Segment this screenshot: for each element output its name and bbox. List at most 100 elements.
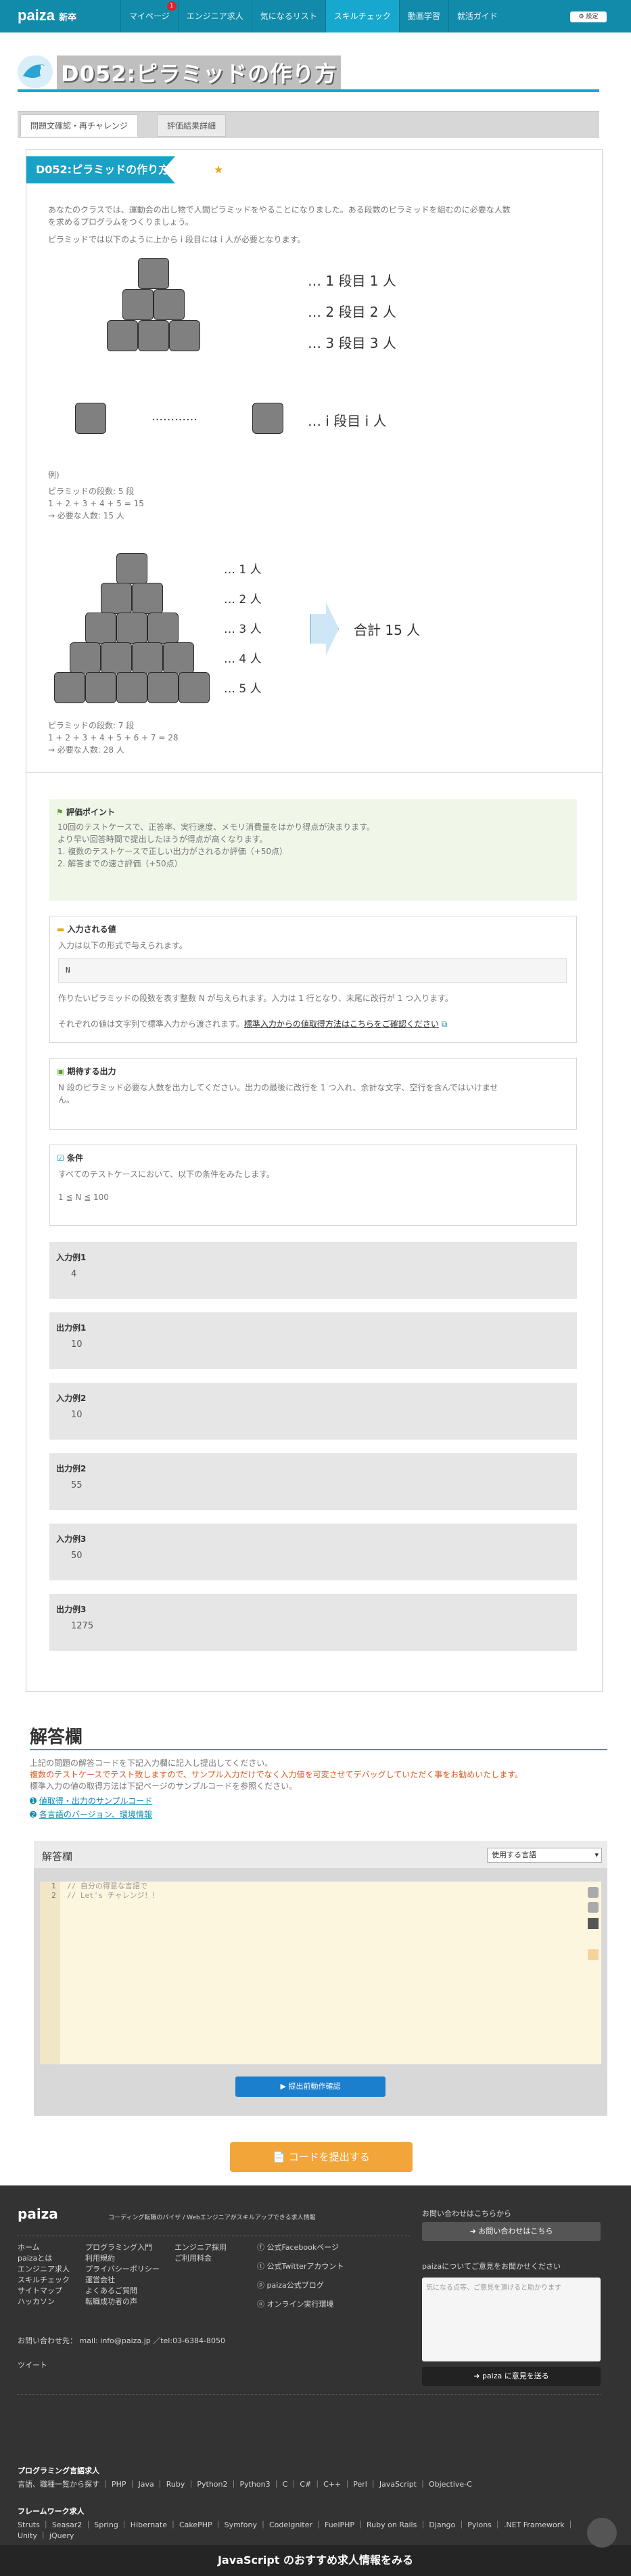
stdin-help-link[interactable]: 標準入力からの値取得方法はこちらをご確認ください <box>244 1019 439 1029</box>
opinion-textarea[interactable]: 気になる点等、ご意見を頂けると助かります <box>422 2278 601 2361</box>
intro-text-3: ピラミッドでは以下のように上から i 段目には i 人が必要となります。 <box>48 235 306 244</box>
page-title: D052:ピラミッドの作り方 <box>57 55 342 89</box>
example-output-1: 出力例1 10 <box>49 1312 577 1369</box>
js-jobs-bar[interactable]: JavaScript のおすすめ求人情報をみる <box>0 2545 631 2576</box>
nav-skillcheck[interactable]: スキルチェック <box>325 0 399 32</box>
eval-line-3: 1. 複数のテストケースで正しい出力がされるか評価（+50点） <box>57 847 287 856</box>
paiza-logo[interactable]: paiza 新卒 <box>18 7 76 24</box>
code-line-1: // 自分の得意な言語で <box>67 1882 147 1890</box>
eval-line-4: 2. 解答までの速さ評価（+50点） <box>57 859 183 868</box>
eval-line-1: 10回のテストケースで、正答率、実行速度、メモリ消費量をはかり得点が決まります。 <box>57 822 375 832</box>
footer: paiza コーディング転職のパイザ / Webエンジニアがスキルアップできる求… <box>0 2185 631 2576</box>
nav-video[interactable]: 動画学習 <box>398 0 448 32</box>
editor-title: 解答欄 <box>42 1850 73 1863</box>
divider <box>26 772 602 773</box>
condition-line-1: すべてのテストケースにおいて、以下の条件をみたします。 <box>58 1170 275 1179</box>
color-toggle-icon[interactable] <box>588 1949 599 1960</box>
problem-ribbon: D052:ピラミッドの作り方 <box>26 156 175 183</box>
inquiry-heading: お問い合わせはこちらから <box>422 2209 511 2218</box>
opinion-heading: paizaについてご意見をお聞かせください <box>422 2262 561 2271</box>
example-input-1: 入力例1 4 <box>49 1242 577 1299</box>
star-icon[interactable]: ★ <box>214 163 223 176</box>
nav-mypage[interactable]: マイページ 1 <box>120 0 178 32</box>
external-link-icon: ⧉ <box>441 1019 448 1029</box>
example2-line-2: 1 + 2 + 3 + 4 + 5 + 6 + 7 = 28 <box>48 733 179 742</box>
theme-toggle-icon[interactable] <box>588 1918 599 1929</box>
condition-heading: ☑ 条件 <box>57 1153 83 1163</box>
tab-bar: 問題文確認・再チャレンジ 評価結果詳細 <box>18 111 599 138</box>
fig1-label-1: … 1 段目 1 人 <box>308 273 396 289</box>
sample-code-link[interactable]: 値取得・出力のサンプルコード <box>39 1796 152 1806</box>
chevron-down-icon: ▾ <box>594 1850 599 1859</box>
tab-results[interactable]: 評価結果詳細 <box>157 114 227 137</box>
input-line-2: 作りたいピラミッドの段数を表す整数 N が与えられます。入力は 1 行となり、末… <box>58 994 453 1003</box>
example-head: 例) <box>48 470 60 480</box>
output-icon: ▣ <box>57 1067 65 1076</box>
inquiry-button[interactable]: ➜ お問い合わせはこちら <box>422 2222 601 2241</box>
fig2-label-4: … 4 人 <box>224 652 262 666</box>
page-title-bar: D052:ピラミッドの作り方 <box>18 53 599 92</box>
language-select[interactable]: 使用する言語 ▾ <box>487 1848 602 1863</box>
example-output-3: 出力例3 1275 <box>49 1594 577 1651</box>
intro-text-2: を求めるプログラムをつくりましょう。 <box>48 217 193 227</box>
example1-line-1: ピラミッドの段数: 5 段 <box>48 487 135 496</box>
scroll-top-button[interactable] <box>587 2518 617 2548</box>
run-test-button[interactable]: ▶ 提出前動作確認 <box>235 2077 385 2097</box>
tweet-button[interactable]: ツイート <box>18 2360 47 2371</box>
code-input[interactable]: 12 // 自分の得意な言語で // Let's チャレンジ！！ <box>40 1882 601 2064</box>
eval-points-box: ⚑ 評価ポイント 10回のテストケースで、正答率、実行速度、メモリ消費量をはかり… <box>49 799 577 901</box>
editor-toolbar: 解答欄 使用する言語 ▾ <box>34 1841 607 1868</box>
settings-button[interactable]: ⚙ 設定 <box>570 12 607 22</box>
input-heading: ▬ 入力される値 <box>57 925 116 934</box>
fig1-label-3: … 3 段目 3 人 <box>308 335 396 351</box>
tab-problem[interactable]: 問題文確認・再チャレンジ <box>20 114 138 137</box>
online-env-icon: ⓞ <box>257 2300 264 2309</box>
zoom-in-icon[interactable] <box>588 1887 599 1898</box>
fig1-dots: ………… <box>151 410 197 424</box>
fw-jobs-links[interactable]: Struts ｜ Seasar2 ｜ Spring ｜ Hibernate ｜ … <box>18 2520 586 2541</box>
answer-line-3: 標準入力の値の取得方法は下記ページのサンプルコードを参照ください。 <box>30 1781 298 1791</box>
footer-contact: お問い合わせ先： mail: info@paiza.jp ／tel:03-638… <box>18 2336 225 2345</box>
input-format-code: N <box>58 958 567 983</box>
circle-arrow-icon: ➊ <box>30 1796 37 1806</box>
submit-code-button[interactable]: 📄 コードを提出する <box>230 2142 413 2172</box>
main-nav: マイページ 1 エンジニア求人 気になるリスト スキルチェック 動画学習 就活ガイ… <box>120 0 506 32</box>
sample-code-link-row: ➊ 値取得・出力のサンプルコード <box>30 1795 152 1807</box>
version-info-link[interactable]: 各言語のバージョン、環境情報 <box>39 1810 152 1819</box>
input-line-1: 入力は以下の形式で与えられます。 <box>58 941 187 950</box>
output-heading: ▣ 期待する出力 <box>57 1067 116 1076</box>
example1-line-2: 1 + 2 + 3 + 4 + 5 = 15 <box>48 499 144 508</box>
condition-line-2: 1 ≦ N ≦ 100 <box>58 1193 109 1202</box>
answer-heading: 解答欄 <box>30 1727 83 1748</box>
top-navbar: paiza 新卒 マイページ 1 エンジニア求人 気になるリスト スキルチェック … <box>0 0 631 32</box>
output-line-1: N 段のピラミッド必要な人数を出力してください。出力の最後に改行を 1 つ入れ、… <box>58 1083 498 1092</box>
facebook-icon: ⓕ <box>257 2243 264 2252</box>
intro-text-1: あなたのクラスでは、運動会の出し物で人間ピラミッドをやることになりました。ある段… <box>48 205 511 215</box>
footer-logo[interactable]: paiza <box>18 2207 58 2221</box>
footer-tagline: コーディング転職のパイザ / Webエンジニアがスキルアップできる求人情報 <box>108 2215 316 2221</box>
fig2-label-3: … 3 人 <box>224 623 262 636</box>
flag-icon: ⚑ <box>56 807 64 817</box>
example-input-3: 入力例3 50 <box>49 1524 577 1580</box>
input-line-3: それぞれの値は文字列で標準入力から渡されます。標準入力からの値取得方法はこちらを… <box>58 1019 448 1029</box>
output-line-2: ん。 <box>58 1095 75 1105</box>
problem-panel: D052:ピラミッドの作り方 ★ あなたのクラスでは、運動会の出し物で人間ピラミ… <box>26 149 603 1692</box>
bird-icon <box>18 55 53 88</box>
notification-badge: 1 <box>166 1 177 11</box>
lang-jobs-links[interactable]: 言語、職種一覧から探す ｜ PHP ｜ Java ｜ Ruby ｜ Python… <box>18 2479 472 2490</box>
answer-line-1: 上記の問題の解答コードを下記入力欄に記入し提出してください。 <box>30 1758 273 1768</box>
nav-jobs[interactable]: エンジニア求人 <box>177 0 252 32</box>
fig1-label-i: … i 段目 i 人 <box>308 413 387 429</box>
code-line-2: // Let's チャレンジ！！ <box>67 1891 160 1900</box>
blog-icon: ⓟ <box>257 2281 264 2290</box>
zoom-out-icon[interactable] <box>588 1902 599 1913</box>
nav-guide[interactable]: 就活ガイド <box>448 0 506 32</box>
example2-line-1: ピラミッドの段数: 7 段 <box>48 721 135 730</box>
fig2-total: 合計 15 人 <box>354 622 421 638</box>
footer-col-1: ホーム paizaとは エンジニア求人 スキルチェック サイトマップ ハッカソン <box>18 2243 70 2306</box>
fig2-label-2: … 2 人 <box>224 593 262 606</box>
example-output-2: 出力例2 55 <box>49 1453 577 1510</box>
nav-favorites[interactable]: 気になるリスト <box>251 0 325 32</box>
fig1-label-2: … 2 段目 2 人 <box>308 304 396 320</box>
send-opinion-button[interactable]: ➜ paiza に意見を送る <box>422 2367 601 2386</box>
